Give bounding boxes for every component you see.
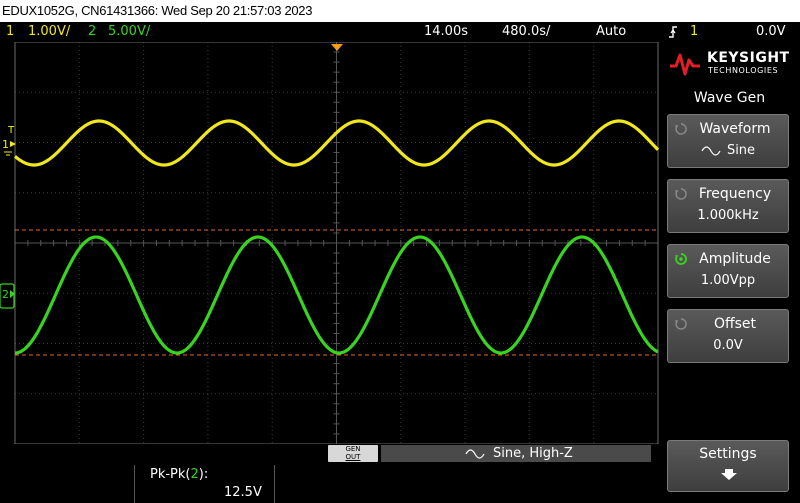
trigger-mode[interactable]: Auto (596, 24, 626, 39)
ch2-scale[interactable]: 5.00V/ (108, 24, 150, 39)
amplitude-label: Amplitude (699, 251, 771, 267)
menu-title-area: Wave Gen (659, 86, 800, 110)
ch2-marker-label: 2 (2, 288, 9, 301)
settings-label: Settings (699, 446, 757, 462)
window-title: EDUX1052G, CN61431366: Wed Sep 20 21:57:… (2, 3, 313, 18)
menu-title: Wave Gen (693, 90, 766, 106)
status-bar: 1 1.00V/ 2 5.00V/ 14.00s 480.0s/ Auto 1 … (0, 22, 800, 42)
gen-info-bar[interactable]: Sine, High-Z (381, 445, 651, 462)
waveform-label: Waveform (699, 121, 771, 137)
sine-wave-icon (701, 145, 721, 156)
gen-badge-top: GEN (345, 445, 361, 453)
brand-subtitle: TECHNOLOGIES (708, 66, 779, 75)
ch1-label[interactable]: 1 (6, 24, 14, 39)
frequency-softkey[interactable]: Frequency 1.000kHz (667, 179, 789, 233)
gen-status-strip: GEN OUT Sine, High-Z (0, 444, 659, 464)
gen-info-text: Sine, High-Z (493, 446, 573, 461)
waveform-softkey[interactable]: Waveform Sine (667, 114, 789, 168)
softkey-panel: KEYSIGHT TECHNOLOGIES Wave Gen Waveform … (659, 42, 800, 503)
gen-badge-bottom: OUT (345, 453, 361, 461)
gen-out-badge[interactable]: GEN OUT (328, 445, 378, 462)
arrow-down-icon (721, 469, 737, 480)
title-bar: EDUX1052G, CN61431366: Wed Sep 20 21:57:… (0, 0, 800, 22)
measurement-value: 12.5V (224, 485, 262, 500)
ch1-marker-label: 1 (2, 138, 9, 151)
keysight-logo-icon (670, 53, 700, 76)
settings-softkey[interactable]: Settings (667, 440, 789, 492)
measurement-strip: Pk-Pk(2): 12.5V (0, 465, 659, 503)
ch1-scale[interactable]: 1.00V/ (28, 24, 70, 39)
amplitude-softkey[interactable]: Amplitude 1.00Vpp (667, 244, 789, 298)
trigger-level[interactable]: 0.0V (756, 24, 786, 39)
offset-label: Offset (713, 316, 757, 332)
offset-softkey[interactable]: Offset 0.0V (667, 309, 789, 363)
amplitude-value: 1.00Vpp (700, 273, 756, 288)
ch2-ground-marker[interactable]: 2 (0, 283, 15, 309)
frequency-label: Frequency (698, 186, 772, 202)
offset-value: 0.0V (713, 338, 743, 353)
measurement-label[interactable]: Pk-Pk(2): (150, 467, 208, 482)
delay[interactable]: 480.0s/ (502, 24, 550, 39)
trigger-edge-icon (669, 26, 677, 38)
ch1-ground-marker[interactable]: T 1 (2, 125, 16, 156)
trigger-source[interactable]: 1 (690, 24, 698, 39)
frequency-value: 1.000kHz (697, 208, 759, 223)
sine-wave-icon (465, 449, 485, 459)
trigger-level-label: T (7, 125, 15, 136)
bottom-info-area: GEN OUT Sine, High-Z Pk-Pk(2): 12.5V (0, 444, 659, 503)
timebase[interactable]: 14.00s (424, 24, 468, 39)
waveform-value: Sine (668, 143, 788, 158)
brand-area: KEYSIGHT TECHNOLOGIES (659, 42, 800, 84)
ch2-label[interactable]: 2 (88, 24, 96, 39)
brand-name: KEYSIGHT (707, 50, 790, 66)
